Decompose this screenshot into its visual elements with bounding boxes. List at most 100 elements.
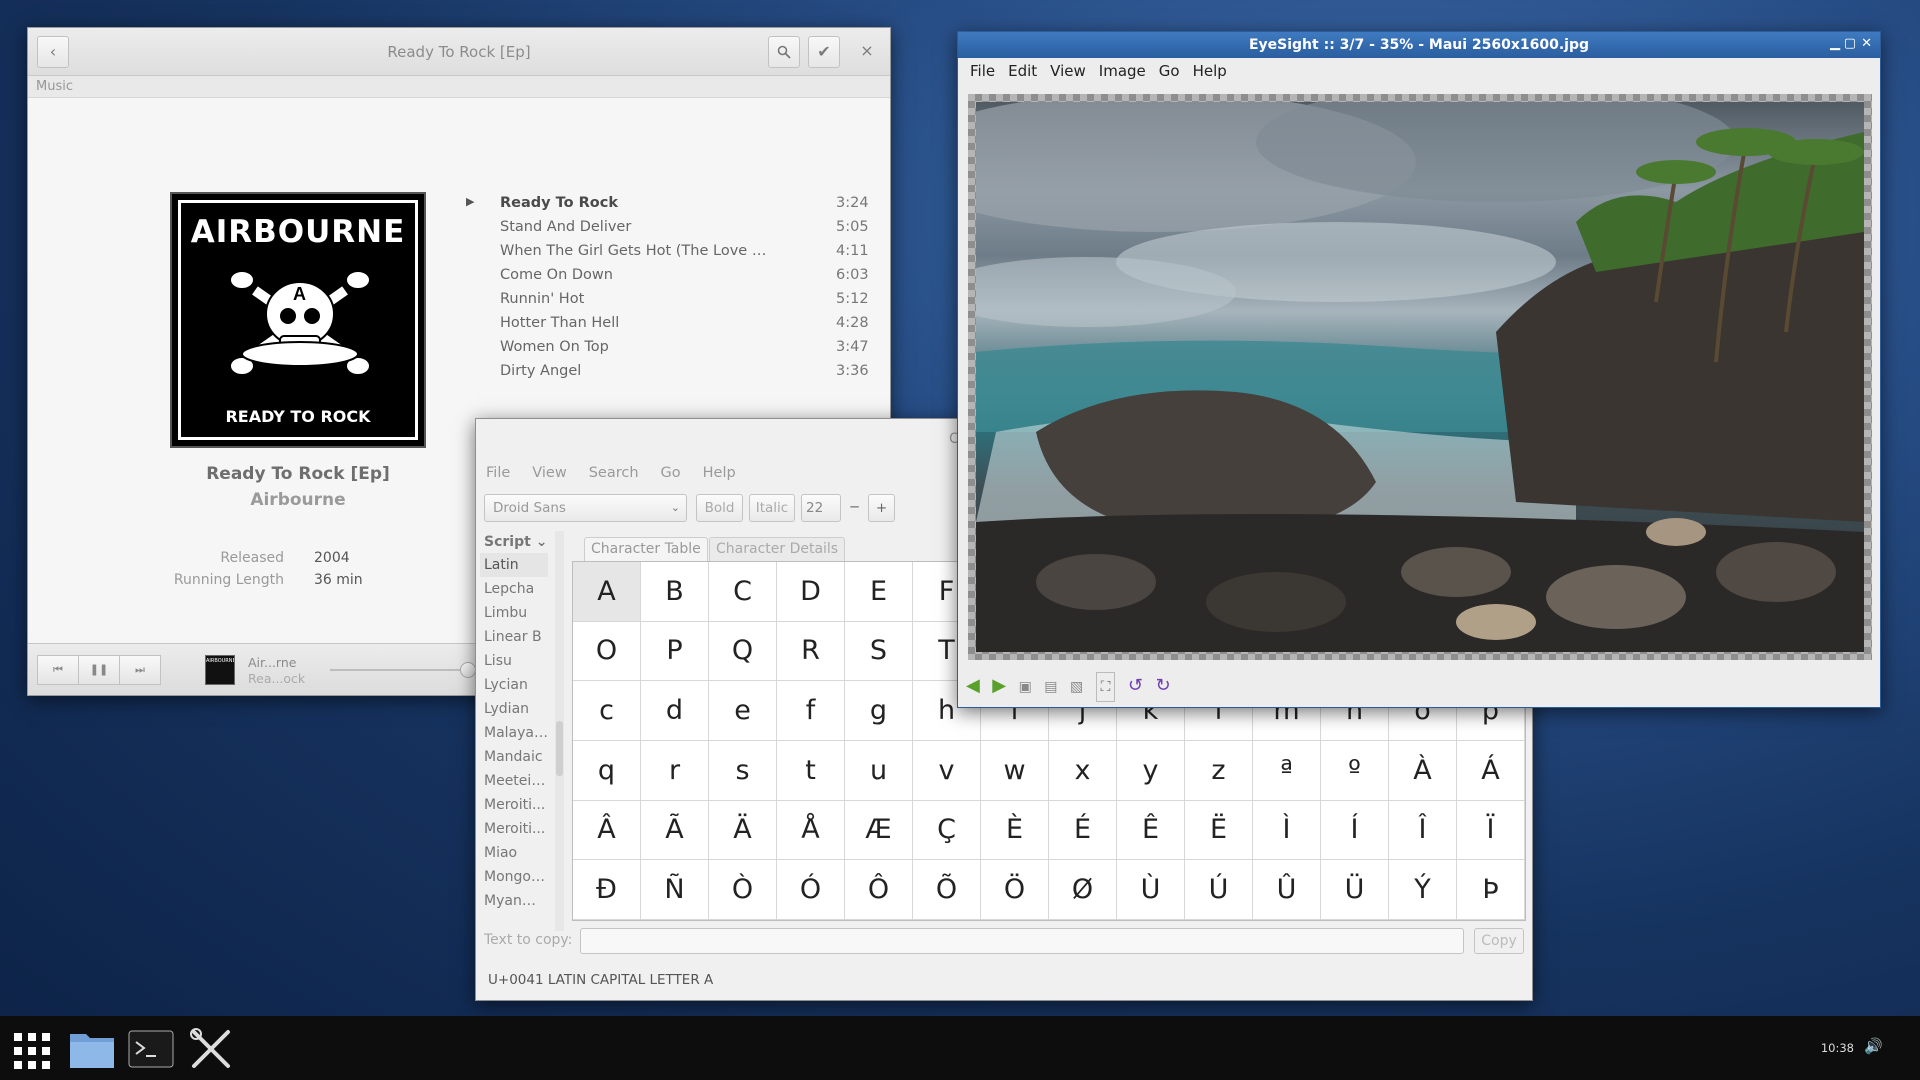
character-cell[interactable]: u xyxy=(845,741,913,801)
menu-edit[interactable]: Edit xyxy=(1008,62,1037,80)
character-cell[interactable]: Ä xyxy=(709,800,777,861)
zoom-in-button[interactable]: ▣ xyxy=(1019,673,1032,701)
character-cell[interactable]: z xyxy=(1185,741,1253,801)
tab-character-table[interactable]: Character Table xyxy=(584,537,708,561)
bold-toggle[interactable]: Bold xyxy=(696,494,743,522)
menu-search[interactable]: Search xyxy=(589,465,639,481)
zoom-out-button[interactable]: ▤ xyxy=(1044,673,1057,701)
zoom-original-button[interactable]: ▧ xyxy=(1070,673,1083,701)
breadcrumb[interactable]: Music xyxy=(28,76,890,98)
character-cell[interactable]: r xyxy=(641,741,709,801)
rotate-right-button[interactable]: ↻ xyxy=(1155,672,1170,700)
track-row[interactable]: ▶ Ready To Rock 3:24 xyxy=(466,192,886,216)
script-header[interactable]: Script ⌄ xyxy=(480,531,548,553)
clock[interactable]: 10:38 xyxy=(1821,1041,1854,1055)
menu-help[interactable]: Help xyxy=(703,465,736,481)
menu-view[interactable]: View xyxy=(1050,62,1086,80)
track-row[interactable]: When The Girl Gets Hot (The Love Don'...… xyxy=(466,240,886,264)
select-button[interactable]: ✔ xyxy=(808,36,840,68)
script-scrollbar[interactable] xyxy=(555,531,564,931)
search-button[interactable] xyxy=(768,36,800,68)
character-cell[interactable]: Â xyxy=(573,800,641,861)
italic-toggle[interactable]: Italic xyxy=(749,494,795,522)
menu-view[interactable]: View xyxy=(532,465,566,481)
character-cell[interactable]: Ø xyxy=(1049,860,1117,920)
menu-image[interactable]: Image xyxy=(1099,62,1146,80)
character-cell[interactable]: Ï xyxy=(1457,800,1525,861)
character-cell[interactable]: Ë xyxy=(1185,800,1253,861)
script-item[interactable]: Myanmar xyxy=(480,889,548,913)
character-cell[interactable]: Ù xyxy=(1117,860,1185,920)
character-cell[interactable]: À xyxy=(1389,741,1457,801)
font-select[interactable]: Droid Sans ⌄ xyxy=(484,494,687,522)
pause-button[interactable]: ❚❚ xyxy=(78,655,120,685)
character-cell[interactable]: w xyxy=(981,741,1049,801)
size-increase-button[interactable]: + xyxy=(868,494,895,522)
script-item[interactable]: Lisu xyxy=(480,649,548,673)
script-item[interactable]: Latin xyxy=(480,553,548,577)
character-cell[interactable]: Æ xyxy=(845,800,913,861)
track-row[interactable]: Runnin' Hot 5:12 xyxy=(466,288,886,312)
character-cell[interactable]: Á xyxy=(1457,741,1525,801)
character-cell[interactable]: D xyxy=(777,562,845,622)
character-cell[interactable]: R xyxy=(777,621,845,682)
script-item[interactable]: Meetei ... xyxy=(480,769,548,793)
character-cell[interactable]: e xyxy=(709,681,777,741)
character-cell[interactable]: Ü xyxy=(1321,860,1389,920)
character-cell[interactable]: C xyxy=(709,562,777,622)
track-row[interactable]: Stand And Deliver 5:05 xyxy=(466,216,886,240)
character-cell[interactable]: E xyxy=(845,562,913,622)
character-cell[interactable]: Ó xyxy=(777,860,845,920)
fit-window-button[interactable]: ⛶ xyxy=(1095,672,1116,702)
character-cell[interactable]: x xyxy=(1049,741,1117,801)
script-item[interactable]: Miao xyxy=(480,841,548,865)
character-cell[interactable]: Û xyxy=(1253,860,1321,920)
character-cell[interactable]: Ã xyxy=(641,800,709,861)
menu-go[interactable]: Go xyxy=(661,465,681,481)
rotate-left-button[interactable]: ↺ xyxy=(1128,672,1143,700)
character-cell[interactable]: Ò xyxy=(709,860,777,920)
character-cell[interactable]: Ú xyxy=(1185,860,1253,920)
script-item[interactable]: Meroiti... xyxy=(480,817,548,841)
character-cell[interactable]: Ý xyxy=(1389,860,1457,920)
character-cell[interactable]: t xyxy=(777,741,845,801)
character-cell[interactable]: Í xyxy=(1321,800,1389,861)
character-cell[interactable]: B xyxy=(641,562,709,622)
script-item[interactable]: Lycian xyxy=(480,673,548,697)
script-item[interactable]: Meroiti... xyxy=(480,793,548,817)
character-cell[interactable]: s xyxy=(709,741,777,801)
character-cell[interactable]: f xyxy=(777,681,845,741)
app-grid-button[interactable] xyxy=(12,1031,52,1075)
track-row[interactable]: Come On Down 6:03 xyxy=(466,264,886,288)
minimize-button[interactable]: ▁ xyxy=(1830,36,1840,51)
character-cell[interactable]: Ð xyxy=(573,860,641,920)
text-to-copy-input[interactable] xyxy=(580,928,1464,954)
size-decrease-button[interactable]: − xyxy=(841,494,868,522)
next-image-button[interactable]: ▶ xyxy=(992,672,1006,700)
character-cell[interactable]: v xyxy=(913,741,981,801)
terminal-launcher[interactable] xyxy=(128,1030,174,1072)
character-cell[interactable]: g xyxy=(845,681,913,741)
script-item[interactable]: Lydian xyxy=(480,697,548,721)
character-cell[interactable]: Ç xyxy=(913,800,981,861)
script-item[interactable]: Lepcha xyxy=(480,577,548,601)
character-cell[interactable]: Ñ xyxy=(641,860,709,920)
scrollbar-thumb[interactable] xyxy=(556,721,563,776)
menu-file[interactable]: File xyxy=(970,62,995,80)
character-cell[interactable]: Å xyxy=(777,800,845,861)
character-cell[interactable]: Î xyxy=(1389,800,1457,861)
settings-launcher[interactable] xyxy=(188,1026,234,1076)
character-cell[interactable]: Q xyxy=(709,621,777,682)
close-button[interactable]: ✕ xyxy=(1861,36,1872,51)
close-button[interactable]: × xyxy=(851,36,883,68)
character-cell[interactable]: Ê xyxy=(1117,800,1185,861)
menu-file[interactable]: File xyxy=(486,465,510,481)
track-row[interactable]: Hotter Than Hell 4:28 xyxy=(466,312,886,336)
files-launcher[interactable] xyxy=(68,1028,116,1076)
character-cell[interactable]: P xyxy=(641,621,709,682)
progress-track[interactable] xyxy=(330,669,480,671)
script-item[interactable]: Mongol... xyxy=(480,865,548,889)
character-cell[interactable]: È xyxy=(981,800,1049,861)
character-cell[interactable]: S xyxy=(845,621,913,682)
character-cell[interactable]: º xyxy=(1321,741,1389,801)
